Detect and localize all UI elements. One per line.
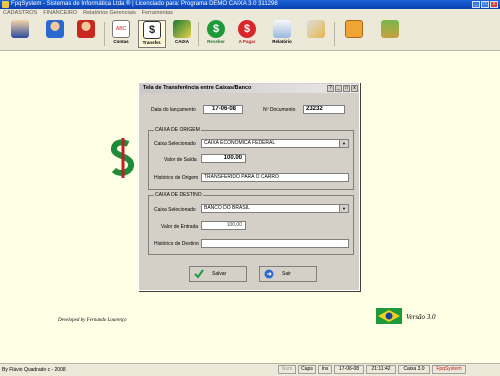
- dialog-help-button[interactable]: ?: [327, 85, 334, 92]
- date-field[interactable]: 17-06-08: [203, 105, 243, 114]
- toolbar-receber-button[interactable]: $ Receber: [202, 20, 230, 48]
- receive-icon: $: [207, 20, 225, 38]
- toolbar-calculator-button[interactable]: [340, 20, 368, 48]
- pay-icon: $: [238, 20, 256, 38]
- menu-bar: CADASTROS FINANCEIRO Relatórios Gerencia…: [0, 9, 500, 18]
- origin-caption: CAIXA DE ORIGEM: [154, 127, 201, 133]
- transfer-icon: $: [143, 21, 161, 39]
- status-time: 21:11:42: [366, 365, 396, 374]
- status-credit: By Flávio Quadrado c - 2008: [2, 367, 66, 373]
- doc-label: Nº Documento: [263, 107, 296, 113]
- toolbar-relatorio-button[interactable]: Relatório: [268, 20, 296, 48]
- status-date: 17-06-08: [334, 365, 364, 374]
- destination-history-field[interactable]: [201, 239, 349, 248]
- menu-cadastros[interactable]: CADASTROS: [3, 9, 37, 18]
- cashier-icon: [173, 20, 191, 38]
- save-label: Salvar: [212, 271, 227, 277]
- toolbar-contas-button[interactable]: ABC Contas: [107, 20, 135, 48]
- menu-financeiro[interactable]: FINANCEIRO: [43, 9, 77, 18]
- destination-amount-label: Valor de Entrada: [161, 224, 199, 230]
- chevron-down-icon[interactable]: ▼: [339, 205, 348, 212]
- toolbar-user-button[interactable]: [41, 20, 69, 48]
- toolbar-client-button[interactable]: [6, 20, 34, 48]
- toolbar-transfer-label: Transfer.: [142, 40, 162, 45]
- app-icon: [2, 1, 9, 8]
- minimize-button[interactable]: _: [472, 1, 480, 8]
- report-icon: [273, 20, 291, 38]
- maximize-button[interactable]: □: [481, 1, 489, 8]
- version-label: Versão 3.0: [406, 313, 436, 321]
- menu-ferramentas[interactable]: Ferramentas: [142, 9, 173, 18]
- destination-caption: CAIXA DE DESTINO: [154, 192, 203, 198]
- save-button[interactable]: Salvar: [189, 266, 247, 282]
- user-red-icon: [77, 20, 95, 38]
- toolbar-apagar-button[interactable]: $ A Pagar: [233, 20, 261, 48]
- toolbar-apagar-label: A Pagar: [238, 39, 256, 44]
- client-icon: [11, 20, 29, 38]
- accounts-icon: ABC: [112, 20, 130, 38]
- destination-amount-field[interactable]: 100,00: [201, 221, 246, 230]
- origin-history-label: Histórico de Origem: [154, 175, 199, 181]
- dialog-maximize-button[interactable]: □: [343, 85, 350, 92]
- exit-arrow-icon: [264, 269, 274, 279]
- toolbar-relatorio-label: Relatório: [272, 39, 292, 44]
- exit-button[interactable]: Sair: [259, 266, 317, 282]
- developer-credit: Developed by Fernando Lourenço: [58, 318, 127, 323]
- tools-icon: [307, 20, 325, 38]
- status-caps: Caps: [298, 365, 316, 374]
- window-title: FpqSystem - Sistemas de Informática Ltda…: [11, 1, 278, 7]
- checkmark-icon: [194, 269, 204, 279]
- origin-cash-select[interactable]: CAIXA ECONOMICA FEDERAL ▼: [201, 139, 349, 148]
- date-label: Data do lançamento: [151, 107, 196, 113]
- toolbar: ABC Contas $ Transfer. CAIXA $ Receber $…: [0, 18, 500, 51]
- dialog-minimize-button[interactable]: _: [335, 85, 342, 92]
- status-brand: FpqSystem: [432, 365, 466, 374]
- origin-amount-field[interactable]: 100.00: [201, 154, 246, 163]
- origin-cash-label: Caixa Selecionado: [154, 141, 196, 147]
- toolbar-transfer-button[interactable]: $ Transfer.: [138, 20, 166, 48]
- destination-cash-select[interactable]: BANCO DO BRASIL ▼: [201, 204, 349, 213]
- status-num: Num: [278, 365, 296, 374]
- status-app: Caixa 3.0: [398, 365, 430, 374]
- status-ins: Ins: [318, 365, 332, 374]
- toolbar-caixa-label: CAIXA: [174, 39, 189, 44]
- destination-history-label: Histórico de Destino: [154, 241, 199, 247]
- dialog-close-button[interactable]: x: [351, 85, 358, 92]
- transfer-dialog: Tela de Transferência entre Caixas/Banco…: [138, 82, 360, 291]
- exit-label: Sair: [282, 271, 291, 277]
- origin-history-field[interactable]: TRANSFERIDO PARA O CARRO: [201, 173, 349, 182]
- origin-amount-label: Valor de Saída: [164, 157, 197, 163]
- toolbar-user-red-button[interactable]: [72, 20, 100, 48]
- toolbar-tools-button[interactable]: [302, 20, 330, 48]
- dialog-titlebar: Tela de Transferência entre Caixas/Banco…: [140, 84, 358, 93]
- status-bar: By Flávio Quadrado c - 2008 Num Caps Ins…: [0, 363, 500, 376]
- destination-cash-label: Caixa Selecionado: [154, 207, 196, 213]
- close-button[interactable]: x: [490, 1, 498, 8]
- chevron-down-icon[interactable]: ▼: [339, 140, 348, 147]
- toolbar-exit-button[interactable]: [376, 20, 404, 48]
- calculator-icon: [345, 20, 363, 38]
- window-titlebar: FpqSystem - Sistemas de Informática Ltda…: [0, 0, 500, 9]
- menu-relatorios[interactable]: Relatórios Gerenciais: [83, 9, 136, 18]
- exit-icon: [381, 20, 399, 38]
- doc-field[interactable]: 23232: [303, 105, 345, 114]
- user-icon: [46, 20, 64, 38]
- toolbar-receber-label: Receber: [207, 39, 225, 44]
- toolbar-contas-label: Contas: [113, 39, 129, 44]
- dialog-title: Tela de Transferência entre Caixas/Banco: [143, 85, 252, 91]
- dollar-logo-icon: [110, 138, 134, 178]
- brazil-flag-icon: [376, 308, 402, 324]
- toolbar-caixa-button[interactable]: CAIXA: [168, 20, 196, 48]
